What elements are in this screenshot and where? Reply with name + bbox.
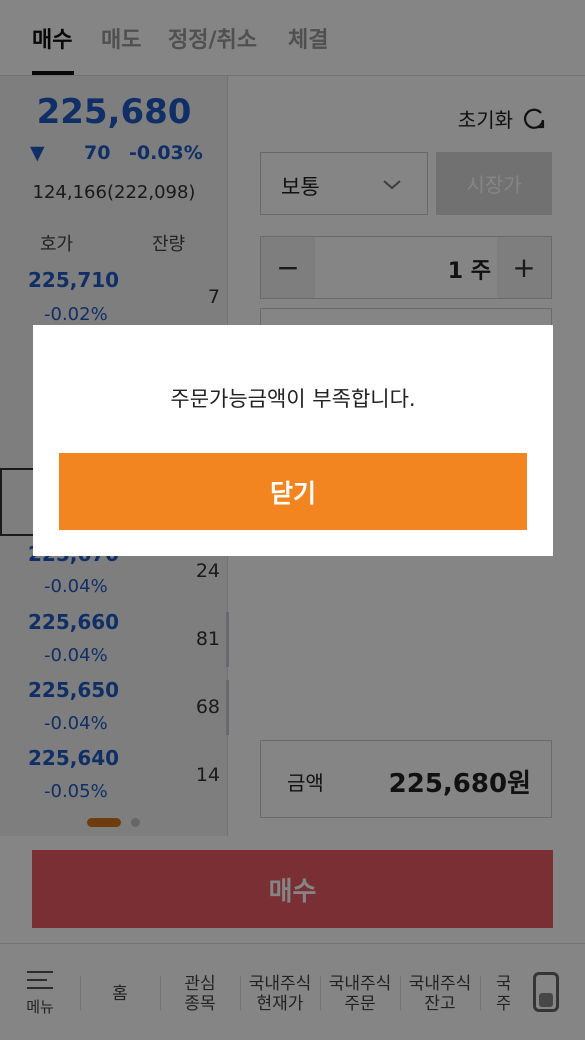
insufficient-funds-dialog: 주문가능금액이 부족합니다. 닫기 — [33, 325, 553, 556]
dialog-message: 주문가능금액이 부족합니다. — [170, 387, 416, 411]
close-button[interactable]: 닫기 — [59, 453, 527, 530]
